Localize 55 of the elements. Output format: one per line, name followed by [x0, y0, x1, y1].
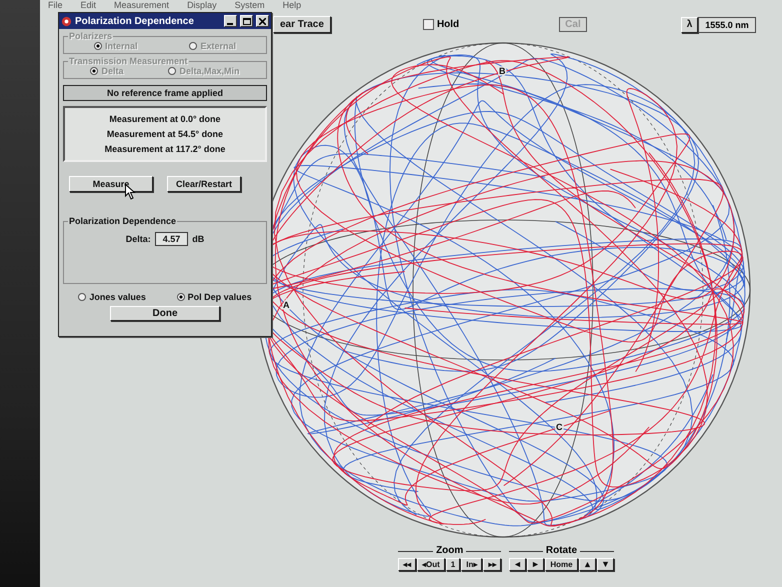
done-button[interactable]: Done — [110, 306, 220, 321]
radio-label: Internal — [104, 41, 138, 51]
arrow-icon — [532, 561, 540, 568]
zoom-button[interactable]: ▸▸ — [483, 558, 502, 571]
zoom-button[interactable]: 1 — [446, 558, 460, 571]
menu-item[interactable]: File — [48, 0, 63, 11]
arrow-icon — [602, 561, 609, 568]
arrow-icon — [584, 561, 591, 568]
unit-label: dB — [192, 234, 204, 244]
close-button[interactable] — [256, 15, 269, 27]
menu-item[interactable]: Display — [187, 0, 217, 11]
zoom-label: Zoom — [433, 545, 466, 556]
radio-label: External — [200, 41, 236, 51]
hold-checkbox[interactable] — [422, 19, 434, 30]
log-line: Measurement at 0.0° done — [109, 114, 221, 124]
dialog-title: Polarization Dependence — [75, 16, 195, 26]
maximize-icon — [242, 18, 250, 24]
radio-label: Pol Dep values — [188, 292, 252, 302]
zoom-button[interactable]: ◂Out — [417, 558, 445, 571]
group-label: Transmission Measurement — [68, 56, 189, 66]
radio-button[interactable] — [176, 293, 185, 301]
rotate-button[interactable] — [596, 558, 614, 571]
clear-trace-button[interactable]: ear Trace — [273, 16, 331, 33]
zoom-button[interactable]: ◂◂ — [398, 558, 416, 571]
menu-item[interactable]: Edit — [80, 0, 96, 11]
hold-label: Hold — [436, 19, 460, 30]
minimize-button[interactable] — [224, 15, 237, 27]
reference-status: No reference frame applied — [63, 85, 267, 101]
rotate-label: Rotate — [542, 545, 580, 556]
menu-item[interactable]: Measurement — [114, 0, 170, 11]
delta-field: 4.57 — [154, 232, 188, 246]
dialog-button[interactable]: Clear/Restart — [167, 176, 242, 192]
group-label: Polarization Dependence — [68, 216, 178, 226]
radio-button[interactable] — [78, 293, 86, 301]
radio-label: Delta — [101, 66, 124, 76]
radio-label: Jones values — [89, 292, 146, 302]
dialog-button[interactable]: Measure — [69, 176, 153, 192]
log-line: Measurement at 117.2° done — [104, 144, 226, 154]
rotate-button[interactable] — [509, 558, 526, 571]
home-button[interactable]: Home — [545, 558, 578, 571]
close-icon — [259, 18, 266, 24]
arrow-icon — [514, 561, 522, 568]
radio-label: Delta,Max,Min — [179, 66, 240, 76]
rotate-button[interactable] — [527, 558, 544, 571]
app-icon — [61, 16, 72, 26]
maximize-button[interactable] — [240, 15, 253, 27]
lambda-button[interactable]: λ — [680, 16, 698, 32]
wavelength-field: 1555.0 nm — [698, 16, 756, 32]
group-label: Polarizers — [68, 31, 114, 41]
menu-item[interactable]: Help — [282, 0, 302, 11]
rotate-button[interactable] — [578, 558, 596, 571]
zoom-button[interactable]: In▸ — [461, 558, 482, 571]
delta-label: Delta: — [126, 234, 151, 244]
log-line: Measurement at 54.5° done — [106, 129, 224, 139]
menu-item[interactable]: System — [234, 0, 265, 11]
